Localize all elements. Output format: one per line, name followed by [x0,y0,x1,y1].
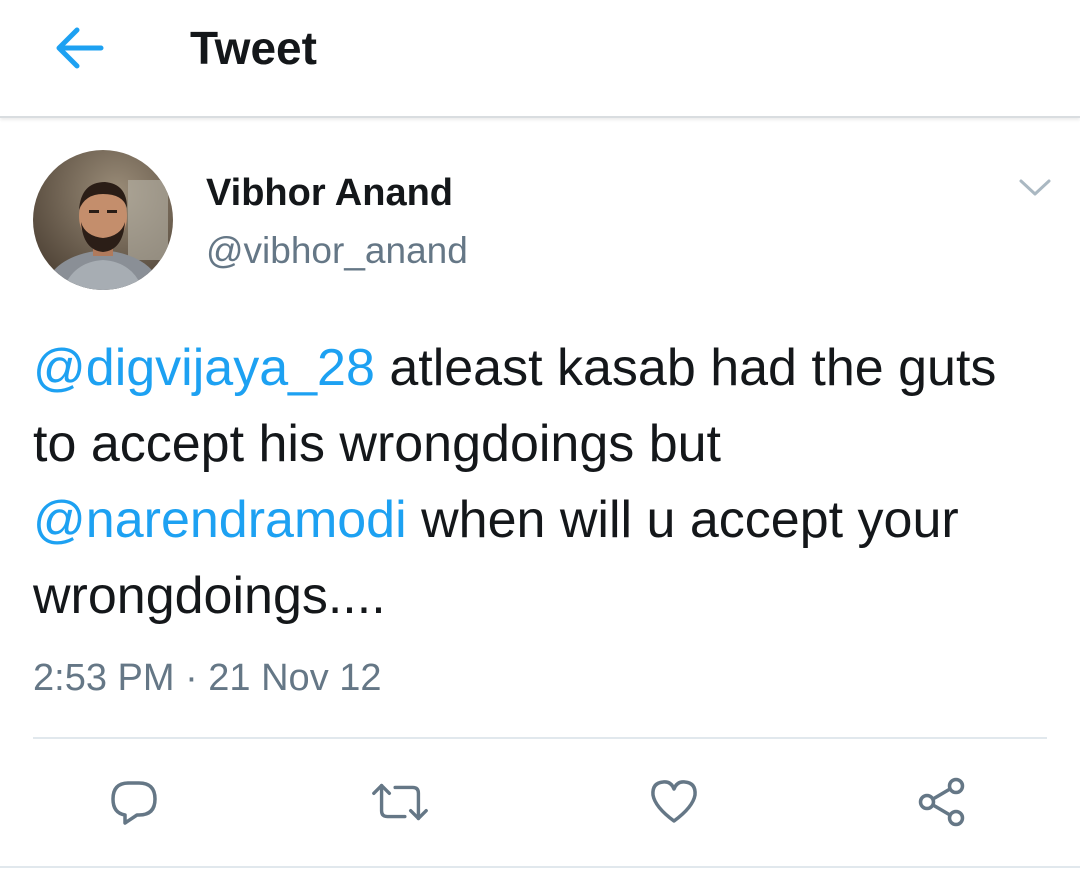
like-button[interactable] [642,770,706,834]
author-handle[interactable]: @vibhor_anand [206,228,468,274]
page-title: Tweet [190,22,317,74]
tweet-menu-button[interactable] [1010,168,1060,208]
top-bar: Tweet [0,0,1080,118]
reply-button[interactable] [102,770,166,834]
author-name[interactable]: Vibhor Anand [206,170,453,216]
chevron-down-icon [1019,179,1051,196]
divider [0,866,1080,868]
mention-link[interactable]: @digvijaya_28 [33,339,375,397]
action-bar [0,770,1080,834]
retweet-icon [372,783,428,821]
retweet-button[interactable] [368,770,432,834]
divider [33,737,1047,739]
reply-icon [111,781,157,825]
arrow-left-icon [56,27,104,69]
tweet-text: @digvijaya_28 atleast kasab had the guts… [33,330,1053,634]
heart-icon [651,780,697,823]
user-photo-avatar [33,150,173,290]
share-icon [918,777,965,827]
avatar[interactable] [33,150,173,290]
back-button[interactable] [44,20,114,76]
share-button[interactable] [910,770,974,834]
mention-link[interactable]: @narendramodi [33,491,407,549]
tweet-timestamp: 2:53 PM · 21 Nov 12 [33,657,382,699]
